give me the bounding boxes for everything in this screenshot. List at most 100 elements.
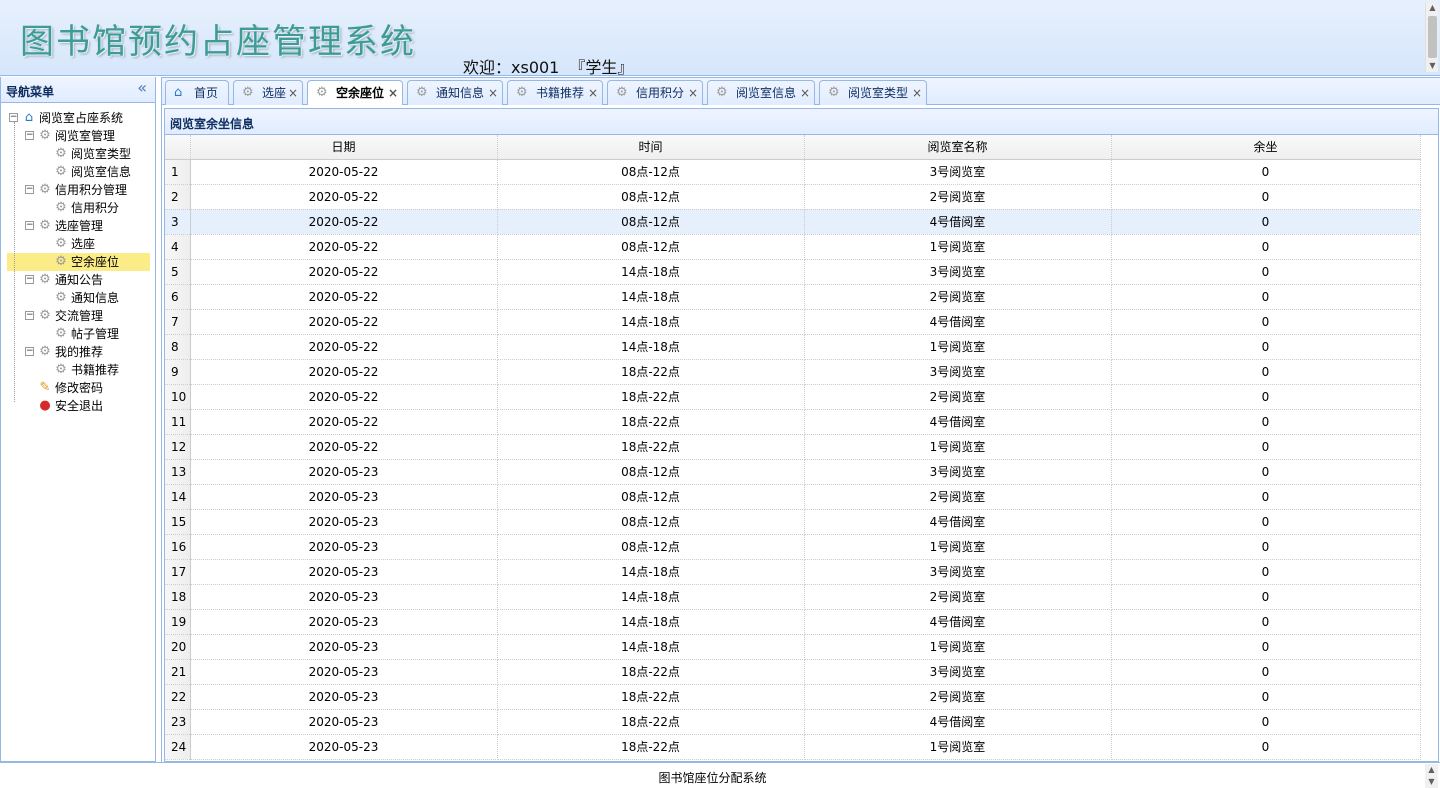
tab-5[interactable]: ⚙ 信用积分 × [607,80,703,105]
table-cell: 0 [1111,584,1421,610]
table-row[interactable]: 22 2020-05-23 18点-22点 2号阅览室 0 [165,684,1421,710]
nav-item[interactable]: − ⚙ 我的推荐 [7,343,150,361]
table-row[interactable]: 3 2020-05-22 08点-12点 4号借阅室 0 [165,209,1421,235]
double-chevron-left-icon[interactable]: « [137,80,147,96]
collapse-node-icon[interactable]: − [25,221,34,230]
nav-item[interactable]: − ⌂ 阅览室占座系统 [7,109,150,127]
table-cell: 4号借阅室 [804,709,1112,735]
table-row[interactable]: 13 2020-05-23 08点-12点 3号阅览室 0 [165,459,1421,485]
table-cell: 3号阅览室 [804,459,1112,485]
table-cell: 0 [1111,334,1421,360]
collapse-node-icon[interactable]: − [25,185,34,194]
nav-item[interactable]: ⚙ 书籍推荐 [7,361,150,379]
table-row[interactable]: 15 2020-05-23 08点-12点 4号借阅室 0 [165,509,1421,535]
close-icon[interactable]: × [688,81,698,105]
table-cell: 18点-22点 [497,709,805,735]
header: 图书馆预约占座管理系统 欢迎：xs001 『学生』 ▲ ▼ [0,0,1440,77]
data-grid: 日期 时间 阅览室名称 余坐 1 2020-05-22 08点-12点 3号阅览室 0 2 202… [164,135,1439,762]
nav-item[interactable]: ⚙ 选座 [7,235,150,253]
row-number: 7 [165,309,191,335]
table-row[interactable]: 23 2020-05-23 18点-22点 4号借阅室 0 [165,709,1421,735]
row-number: 4 [165,234,191,260]
row-number: 5 [165,259,191,285]
column-header[interactable]: 日期 [190,135,498,160]
close-icon[interactable]: × [288,81,298,105]
collapse-node-icon[interactable]: − [25,311,34,320]
table-row[interactable]: 6 2020-05-22 14点-18点 2号阅览室 0 [165,284,1421,310]
collapse-node-icon[interactable]: − [25,131,34,140]
nav-item[interactable]: ⚙ 帖子管理 [7,325,150,343]
table-row[interactable]: 11 2020-05-22 18点-22点 4号借阅室 0 [165,409,1421,435]
gear-icon: ⚙ [55,164,67,179]
table-cell: 18点-22点 [497,359,805,385]
table-row[interactable]: 18 2020-05-23 14点-18点 2号阅览室 0 [165,584,1421,610]
table-row[interactable]: 21 2020-05-23 18点-22点 3号阅览室 0 [165,659,1421,685]
nav-item[interactable]: ● 安全退出 [7,397,150,415]
scroll-down-icon[interactable]: ▼ [1426,60,1439,72]
footer-scrollbar[interactable]: ▲ ▼ [1425,764,1438,788]
home-icon: ⌂ [24,110,34,125]
table-cell: 3号阅览室 [804,259,1112,285]
close-icon[interactable]: × [488,81,498,105]
scroll-up-icon[interactable]: ▲ [1426,2,1439,14]
table-cell: 14点-18点 [497,634,805,660]
table-row[interactable]: 10 2020-05-22 18点-22点 2号阅览室 0 [165,384,1421,410]
table-row[interactable]: 4 2020-05-22 08点-12点 1号阅览室 0 [165,234,1421,260]
table-cell: 0 [1111,259,1421,285]
table-row[interactable]: 7 2020-05-22 14点-18点 4号借阅室 0 [165,309,1421,335]
table-row[interactable]: 16 2020-05-23 08点-12点 1号阅览室 0 [165,534,1421,560]
nav-item[interactable]: ⚙ 信用积分 [7,199,150,217]
nav-item[interactable]: ⚙ 空余座位 [7,253,150,271]
scroll-up-icon[interactable]: ▲ [1425,764,1438,776]
nav-item[interactable]: − ⚙ 选座管理 [7,217,150,235]
nav-item[interactable]: − ⚙ 阅览室管理 [7,127,150,145]
nav-item[interactable]: ✎ 修改密码 [7,379,150,397]
nav-item[interactable]: ⚙ 阅览室类型 [7,145,150,163]
tab-1[interactable]: ⚙ 选座 × [233,80,303,105]
table-cell: 08点-12点 [497,234,805,260]
close-icon[interactable]: × [588,81,598,105]
table-row[interactable]: 19 2020-05-23 14点-18点 4号借阅室 0 [165,609,1421,635]
row-number: 3 [165,209,191,235]
nav-item[interactable]: ⚙ 阅览室信息 [7,163,150,181]
table-cell: 2020-05-23 [190,709,498,735]
collapse-node-icon[interactable]: − [25,275,34,284]
tab-2[interactable]: ⚙ 空余座位 × [307,80,403,106]
table-row[interactable]: 20 2020-05-23 14点-18点 1号阅览室 0 [165,634,1421,660]
scroll-down-icon[interactable]: ▼ [1425,776,1438,788]
collapse-node-icon[interactable]: − [25,347,34,356]
column-header[interactable]: 时间 [497,135,805,160]
close-icon[interactable]: × [800,81,810,105]
nav-item[interactable]: ⚙ 通知信息 [7,289,150,307]
table-row[interactable]: 24 2020-05-23 18点-22点 1号阅览室 0 [165,734,1421,760]
gear-icon: ⚙ [616,85,628,100]
tab-4[interactable]: ⚙ 书籍推荐 × [507,80,603,105]
table-cell: 1号阅览室 [804,634,1112,660]
table-row[interactable]: 2 2020-05-22 08点-12点 2号阅览室 0 [165,184,1421,210]
table-row[interactable]: 9 2020-05-22 18点-22点 3号阅览室 0 [165,359,1421,385]
table-row[interactable]: 12 2020-05-22 18点-22点 1号阅览室 0 [165,434,1421,460]
table-row[interactable]: 14 2020-05-23 08点-12点 2号阅览室 0 [165,484,1421,510]
table-cell: 2020-05-22 [190,159,498,185]
scrollbar-thumb[interactable] [1428,16,1437,58]
nav-item-label: 选座管理 [55,219,104,233]
tab-6[interactable]: ⚙ 阅览室信息 × [707,80,815,105]
nav-item[interactable]: − ⚙ 通知公告 [7,271,150,289]
header-scrollbar[interactable]: ▲ ▼ [1425,2,1438,72]
gear-icon: ⚙ [516,85,528,100]
tab-7[interactable]: ⚙ 阅览室类型 × [819,80,927,105]
tab-3[interactable]: ⚙ 通知信息 × [407,80,503,105]
nav-item[interactable]: − ⚙ 交流管理 [7,307,150,325]
collapse-node-icon[interactable]: − [9,113,18,122]
close-icon[interactable]: × [388,81,398,105]
table-row[interactable]: 8 2020-05-22 14点-18点 1号阅览室 0 [165,334,1421,360]
table-row[interactable]: 5 2020-05-22 14点-18点 3号阅览室 0 [165,259,1421,285]
column-header[interactable]: 余坐 [1111,135,1421,160]
close-icon[interactable]: × [912,81,922,105]
nav-item[interactable]: − ⚙ 信用积分管理 [7,181,150,199]
nav-item-label: 安全退出 [55,399,104,413]
tab-0[interactable]: ⌂ 首页 [165,80,229,105]
column-header[interactable]: 阅览室名称 [804,135,1112,160]
table-row[interactable]: 17 2020-05-23 14点-18点 3号阅览室 0 [165,559,1421,585]
table-row[interactable]: 1 2020-05-22 08点-12点 3号阅览室 0 [165,159,1421,185]
